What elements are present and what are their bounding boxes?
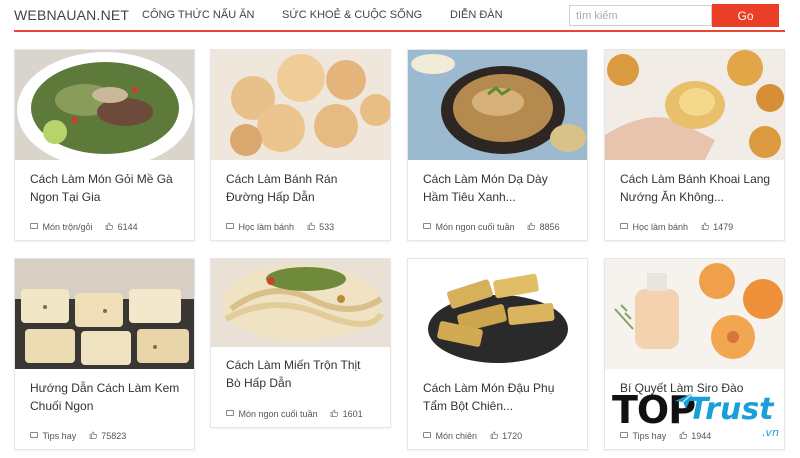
recipe-card[interactable]: Cách Làm Món Gỏi Mề Gà Ngon Tại Gia Món … [14, 49, 195, 241]
folder-icon [620, 222, 628, 229]
recipe-category[interactable]: Món ngon cuối tuần [436, 222, 515, 232]
folder-icon [30, 222, 38, 229]
recipe-title[interactable]: Cách Làm Món Đậu Phụ Tẩm Bột Chiên... [423, 379, 575, 415]
recipe-meta: Món trộn/gỏi 6144 [30, 221, 138, 232]
watermark-tld-text: .vn [762, 426, 779, 439]
recipe-meta: Tips hay 75823 [30, 430, 126, 441]
recipe-title[interactable]: Cách Làm Bánh Khoai Lang Nướng Ăn Không.… [620, 170, 772, 206]
recipe-card[interactable]: Cách Làm Bánh Rán Đường Hấp Dẫn Học làm … [210, 49, 391, 241]
recipe-category[interactable]: Món ngon cuối tuần [239, 409, 318, 419]
thumbs-up-icon [330, 409, 339, 417]
recipe-category[interactable]: Học làm bánh [239, 222, 295, 232]
thumbs-up-icon [89, 431, 97, 439]
like-count: 533 [319, 221, 335, 232]
recipe-title[interactable]: Hướng Dẫn Cách Làm Kem Chuối Ngon [30, 379, 182, 415]
thumbs-up-icon [527, 222, 536, 230]
like-count: 1720 [502, 430, 523, 441]
recipe-card[interactable]: Cách Làm Bánh Khoai Lang Nướng Ăn Không.… [604, 49, 785, 241]
recipe-meta: Món ngon cuối tuần 8856 [423, 221, 560, 232]
recipe-card[interactable]: Cách Làm Món Dạ Dày Hầm Tiêu Xanh... Món… [407, 49, 588, 241]
folder-icon [226, 222, 234, 229]
like-count: 1601 [342, 408, 363, 419]
recipe-meta: Học làm bánh 533 [226, 221, 334, 232]
like-count: 6144 [117, 221, 138, 232]
recipe-title[interactable]: Cách Làm Bánh Rán Đường Hấp Dẫn [226, 170, 378, 206]
toptrust-watermark: TOP Trust .vn [612, 388, 792, 448]
recipe-thumbnail[interactable] [605, 50, 784, 160]
recipe-thumbnail[interactable] [15, 50, 194, 160]
thumbs-up-icon [105, 222, 114, 230]
folder-icon [423, 431, 431, 438]
recipe-meta: Món ngon cuối tuần 1601 [226, 408, 363, 419]
recipe-card[interactable]: Hướng Dẫn Cách Làm Kem Chuối Ngon Tips h… [14, 258, 195, 450]
recipe-meta: Món chiên 1720 [423, 430, 522, 441]
recipe-category[interactable]: Món chiên [436, 431, 478, 441]
recipe-thumbnail[interactable] [408, 259, 587, 369]
recipe-category[interactable]: Món trộn/gỏi [43, 222, 93, 232]
like-count: 8856 [539, 221, 560, 232]
thumbs-up-icon [490, 431, 498, 439]
recipe-title[interactable]: Cách Làm Món Gỏi Mề Gà Ngon Tại Gia [30, 170, 182, 206]
folder-icon [226, 409, 234, 416]
like-count: 75823 [101, 430, 127, 441]
recipe-thumbnail[interactable] [211, 50, 390, 160]
thumbs-up-icon [307, 222, 315, 230]
recipe-title[interactable]: Cách Làm Miến Trộn Thịt Bò Hấp Dẫn [226, 356, 378, 392]
recipe-thumbnail[interactable] [15, 259, 194, 369]
thumbs-up-icon [701, 222, 709, 230]
recipe-thumbnail[interactable] [408, 50, 587, 160]
watermark-trust-text: Trust [688, 392, 774, 427]
recipe-card[interactable]: Cách Làm Món Đậu Phụ Tẩm Bột Chiên... Mó… [407, 258, 588, 450]
recipe-thumbnail[interactable] [605, 259, 784, 369]
recipe-title[interactable]: Cách Làm Món Dạ Dày Hầm Tiêu Xanh... [423, 170, 575, 206]
recipe-category[interactable]: Tips hay [43, 431, 77, 441]
recipe-meta: Học làm bánh 1479 [620, 221, 733, 232]
recipe-card[interactable]: Cách Làm Miến Trộn Thịt Bò Hấp Dẫn Món n… [210, 258, 391, 428]
like-count: 1479 [713, 221, 734, 232]
folder-icon [30, 431, 38, 438]
recipe-thumbnail[interactable] [211, 259, 390, 347]
recipe-category[interactable]: Học làm bánh [633, 222, 689, 232]
folder-icon [423, 222, 431, 229]
